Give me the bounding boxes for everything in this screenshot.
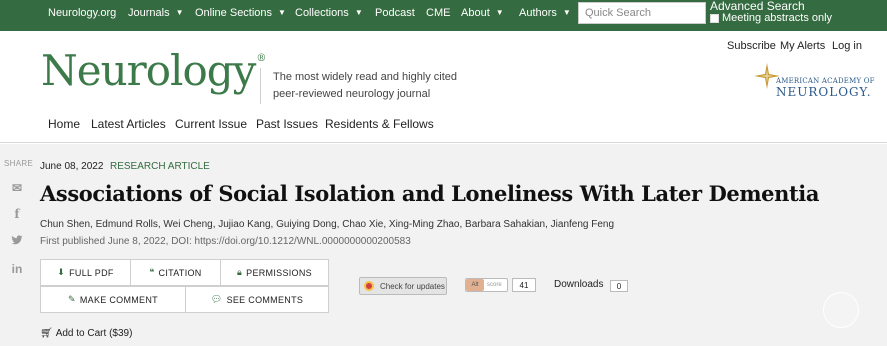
quick-search-input[interactable]: Quick Search: [578, 2, 706, 24]
caret-down-icon: ▼: [278, 8, 286, 17]
make-comment-label: MAKE COMMENT: [79, 294, 158, 305]
linkedin-icon[interactable]: in: [10, 262, 24, 276]
neurology-logo[interactable]: Neurology®: [41, 46, 266, 95]
published-doi: First published June 8, 2022, DOI: https…: [40, 236, 411, 247]
nav-authors-label: Authors: [519, 7, 557, 19]
check-for-updates-label: Check for updates: [380, 281, 445, 291]
nav-online-sections-label: Online Sections: [195, 7, 273, 19]
see-comments-label: SEE COMMENTS: [226, 294, 304, 305]
aan-logo[interactable]: AMERICAN ACADEMY OF NEUROLOGY.: [752, 61, 875, 101]
registered-mark: ®: [256, 53, 266, 64]
nav-podcast[interactable]: Podcast: [375, 7, 415, 19]
nav-journals[interactable]: Journals ▼: [128, 7, 184, 19]
subnav-residents-fellows[interactable]: Residents & Fellows: [325, 117, 434, 131]
journal-tagline: The most widely read and highly cited pe…: [273, 71, 458, 100]
altmetric-badge[interactable]: Alt score: [465, 278, 508, 292]
subnav-past-issues[interactable]: Past Issues: [256, 117, 318, 131]
subnav-home[interactable]: Home: [48, 117, 80, 131]
downloads-label: Downloads: [554, 279, 604, 290]
lock-icon: 🔒︎: [237, 267, 243, 277]
permissions-button[interactable]: 🔒︎ PERMISSIONS: [220, 259, 329, 286]
permissions-label: PERMISSIONS: [246, 267, 312, 278]
altmetric-donut-icon: Alt: [466, 279, 484, 291]
article-type-badge[interactable]: RESEARCH ARTICLE: [110, 161, 210, 172]
subnav-latest-articles[interactable]: Latest Articles: [91, 117, 166, 131]
nav-collections-label: Collections: [295, 7, 349, 19]
twitter-icon[interactable]: [10, 234, 24, 248]
article-section: SHARE ✉ f in June 08, 2022 RESEARCH ARTI…: [0, 144, 887, 346]
logo-text: Neurology: [41, 46, 256, 95]
email-icon[interactable]: ✉: [10, 181, 24, 195]
crossmark-icon: [364, 281, 374, 291]
caret-down-icon: ▼: [495, 8, 504, 17]
caret-down-icon: ▼: [354, 8, 363, 17]
nav-neurology-org[interactable]: Neurology.org: [48, 7, 116, 19]
make-comment-button[interactable]: ✎ MAKE COMMENT: [40, 286, 186, 313]
article-title: Associations of Social Isolation and Lon…: [40, 181, 820, 206]
subscribe-link[interactable]: Subscribe: [727, 40, 776, 52]
meeting-abstracts-toggle[interactable]: Meeting abstracts only: [710, 12, 832, 24]
log-in-link[interactable]: Log in: [832, 40, 862, 52]
full-pdf-label: FULL PDF: [69, 267, 114, 278]
full-pdf-button[interactable]: ⬇ FULL PDF: [40, 259, 131, 286]
comment-icon: 💬︎: [210, 294, 223, 304]
downloads-count: 0: [610, 280, 628, 292]
header-divider: [260, 68, 261, 104]
author-list[interactable]: Chun Shen, Edmund Rolls, Wei Cheng, Juji…: [40, 219, 614, 230]
download-icon: ⬇: [57, 267, 66, 277]
add-to-cart-label: Add to Cart ($39): [55, 328, 133, 339]
citation-label: CITATION: [158, 267, 202, 278]
aan-line-1: AMERICAN ACADEMY OF: [776, 77, 875, 85]
nav-cme[interactable]: CME: [426, 7, 450, 19]
nav-journals-label: Journals: [128, 7, 170, 19]
caret-down-icon: ▼: [562, 8, 571, 17]
nav-collections[interactable]: Collections ▼: [295, 7, 363, 19]
citation-button[interactable]: ❝ CITATION: [130, 259, 221, 286]
my-alerts-link[interactable]: My Alerts: [780, 40, 825, 52]
top-navigation-bar: Neurology.org Journals ▼ Online Sections ▼…: [0, 0, 887, 31]
watermark-seal-icon: [823, 292, 859, 328]
add-to-cart-link[interactable]: 🛒︎ Add to Cart ($39): [40, 328, 132, 339]
pencil-icon: ✎: [68, 294, 76, 304]
caret-down-icon: ▼: [175, 8, 184, 17]
nav-online-sections[interactable]: Online Sections ▼: [195, 7, 286, 19]
altmetric-label: score: [487, 282, 502, 288]
aan-line-2: NEUROLOGY.: [776, 85, 872, 99]
meeting-abstracts-label: Meeting abstracts only: [722, 12, 833, 24]
cart-icon: 🛒︎: [40, 328, 53, 339]
altmetric-score: 41: [512, 278, 536, 292]
share-label: SHARE: [4, 159, 34, 168]
nav-about-label: About: [461, 7, 490, 19]
publication-date: June 08, 2022: [40, 161, 104, 172]
check-for-updates-badge[interactable]: Check for updates: [359, 277, 447, 295]
site-header: Subscribe My Alerts Log in Neurology® Th…: [0, 31, 887, 143]
quote-icon: ❝: [149, 267, 155, 277]
nav-about[interactable]: About ▼: [461, 7, 504, 19]
see-comments-button[interactable]: 💬︎ SEE COMMENTS: [185, 286, 329, 313]
nav-authors[interactable]: Authors ▼: [519, 7, 571, 19]
subnav-current-issue[interactable]: Current Issue: [175, 117, 247, 131]
meeting-abstracts-checkbox[interactable]: [710, 13, 719, 23]
facebook-icon[interactable]: f: [10, 207, 24, 221]
